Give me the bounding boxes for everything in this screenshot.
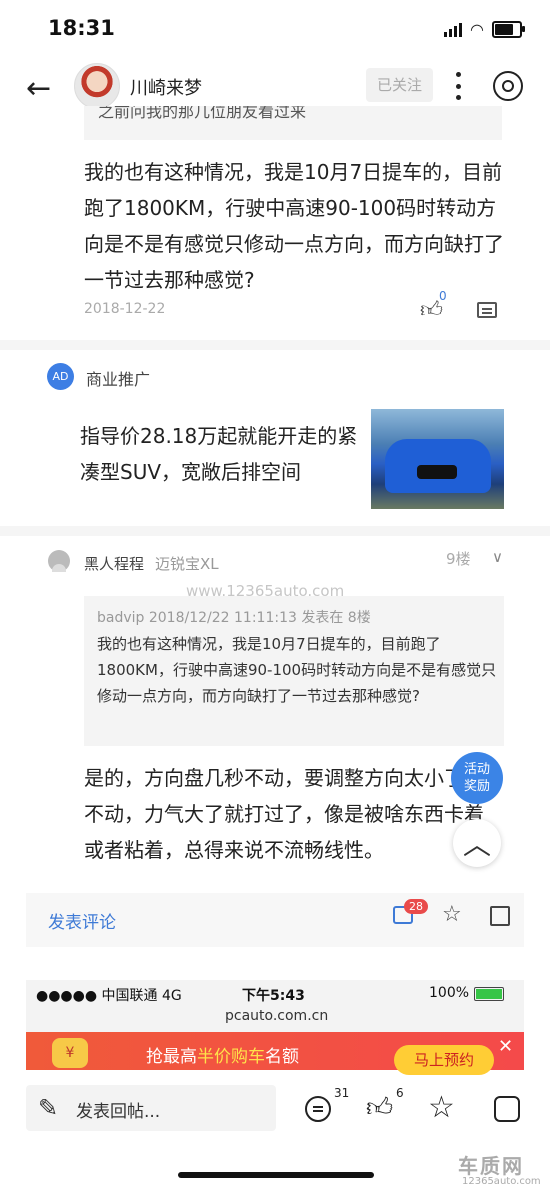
star-icon[interactable]: ☆ [428,1090,455,1125]
divider [0,526,550,536]
coin-icon: ¥ [52,1038,88,1068]
thumbs-up-icon[interactable]: 👍︎ [366,1092,393,1123]
quote-body: 我的也有这种情况，我是10月7日提车的，目前跑了1800KM，行驶中高速90-1… [97,635,497,705]
quote-meta: badvip 2018/12/22 11:11:13 发表在 8楼 [97,610,371,626]
status-time: 18:31 [48,16,115,40]
close-icon[interactable]: ✕ [498,1036,513,1057]
carrier-text: ●●●●● 中国联通 4G [36,988,182,1004]
promo-text: 抢最高半价购车名额 [146,1047,299,1067]
battery-icon [492,21,525,38]
share-icon[interactable] [494,1096,520,1122]
follow-button[interactable]: 已关注 [366,68,433,102]
site-domain: pcauto.com.cn [225,1008,329,1024]
brand-watermark-url: 12365auto.com [462,1176,541,1187]
chevron-down-icon[interactable]: ∨ [492,548,503,566]
brand-watermark-logo: 车质网 [458,1154,524,1178]
post-body: 我的也有这种情况，我是10月7日提车的，目前跑了1800KM，行驶中高速90-1… [84,160,504,292]
battery-icon [474,987,504,1001]
reward-label: 活动奖励 [463,762,490,794]
home-indicator[interactable] [178,1172,374,1178]
like-count: 0 [439,289,447,303]
reply-placeholder[interactable]: 发表回帖... [76,1097,160,1122]
status-icons: ◠ [444,20,525,39]
comment-icon[interactable] [477,302,497,318]
quote-box-top: 之前问我的那几位朋友看过来 [84,106,502,140]
reward-button[interactable]: 活动奖励 [451,752,503,804]
post-date: 2018-12-22 [84,301,166,317]
ad-headline[interactable]: 指导价28.18万起就能开走的紧凑型SUV，宽敞后排空间 [80,418,370,490]
wifi-icon: ◠ [470,20,484,39]
inner-time: 下午5:43 [242,988,305,1004]
divider [0,340,550,350]
car-model-tag: 迈锐宝XL [155,555,219,573]
target-icon[interactable] [493,71,523,101]
post-body: 是的，方向盘几秒不动，要调整方向太小了打不动，力气大了就打过了，像是被啥东西卡着… [84,766,484,862]
ad-car-image[interactable] [371,409,504,509]
username[interactable]: 川崎来梦 [130,74,202,100]
post-author[interactable]: 黑人程程 [84,553,144,574]
user-avatar-small[interactable] [48,550,70,572]
floor-number: 9楼 [446,550,471,568]
quote-text: 之前问我的那几位朋友看过来 [98,106,307,121]
inner-battery-text: 100% [429,985,470,1001]
star-icon[interactable]: ☆ [442,902,462,927]
write-comment-link[interactable]: 发表评论 [48,908,116,933]
ad-label: 商业推广 [86,370,151,389]
back-arrow-icon[interactable]: ← [26,74,56,104]
scroll-top-chevron-up-icon[interactable]: ︿ [453,819,501,867]
reserve-button[interactable]: 马上预约 [394,1045,494,1075]
signal-icon [444,22,463,37]
comment-count: 31 [334,1086,350,1100]
like-count: 6 [396,1086,404,1100]
more-options-icon[interactable] [452,68,464,104]
message-badge: 28 [404,899,428,914]
pencil-icon: ✎ [38,1094,59,1122]
comment-icon[interactable] [305,1096,331,1122]
share-icon[interactable] [490,906,510,926]
ad-badge: AD [47,363,74,390]
user-avatar[interactable] [74,63,120,109]
